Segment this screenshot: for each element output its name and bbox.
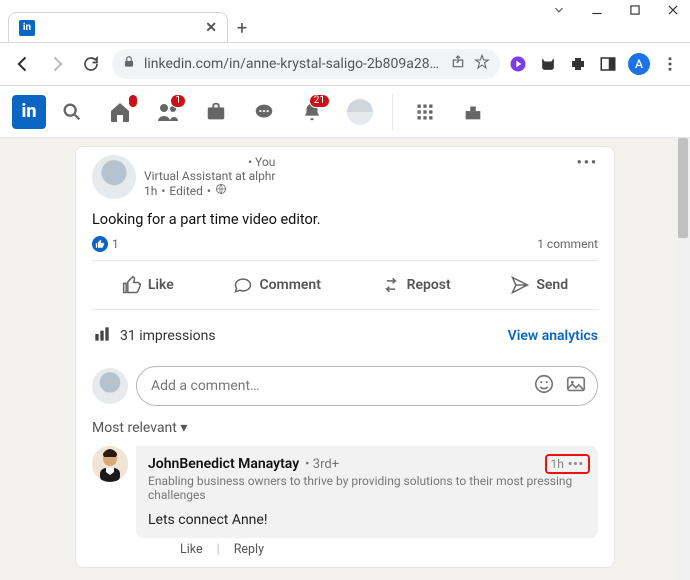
maximize-icon[interactable] (628, 3, 642, 21)
post-card: • You Virtual Assistant at alphr 1h • Ed… (75, 146, 615, 568)
reactions-summary[interactable]: 1 (92, 236, 119, 252)
messaging-icon[interactable] (242, 90, 286, 134)
post-stats-row: 1 1 comment (92, 236, 598, 261)
share-icon[interactable] (450, 54, 466, 74)
post-header: • You Virtual Assistant at alphr 1h • Ed… (92, 155, 598, 199)
extension-icons: A (508, 53, 680, 75)
close-icon[interactable] (666, 3, 680, 21)
commenter-name[interactable]: JohnBenedict Manaytay (148, 456, 299, 472)
notifications-icon[interactable]: 21 (290, 90, 334, 134)
comment-text: Lets connect Anne! (148, 512, 586, 528)
nav-divider (392, 94, 393, 130)
commenter-headline: Enabling business owners to thrive by pr… (148, 474, 586, 502)
tab-strip: in ✕ + (0, 12, 690, 42)
post-edited-label: Edited (169, 184, 202, 198)
scrollbar-thumb[interactable] (678, 138, 688, 238)
like-button[interactable]: Like (110, 265, 186, 305)
advertise-icon[interactable] (451, 90, 495, 134)
view-analytics-link[interactable]: View analytics (508, 328, 598, 344)
impressions-row: 31 impressions View analytics (92, 310, 598, 362)
post-comment-count[interactable]: 1 comment (537, 237, 598, 251)
new-tab-button[interactable]: + (228, 14, 256, 42)
image-icon[interactable] (565, 373, 587, 399)
play-extension-icon[interactable] (508, 54, 528, 74)
comment-button[interactable]: Comment (221, 265, 332, 305)
comment-like-button[interactable]: Like (180, 542, 203, 557)
post-you-label: • You (248, 155, 275, 169)
scrollbar-track[interactable] (676, 138, 690, 580)
comment-reply-button[interactable]: Reply (234, 542, 264, 557)
me-avatar[interactable] (338, 90, 382, 134)
post-overflow-button[interactable]: ••• (577, 155, 598, 171)
omnibox[interactable]: linkedin.com/in/anne-krystal-saligo-2b80… (112, 49, 500, 79)
comment-bubble: JohnBenedict Manaytay • 3rd+ Enabling bu… (136, 446, 598, 538)
bookmark-star-icon[interactable] (474, 54, 490, 74)
commenter-avatar[interactable] (92, 446, 128, 482)
chevron-down-icon[interactable] (552, 3, 566, 21)
comment-time-highlight: 1h ••• (545, 454, 591, 474)
comment-label: Comment (259, 277, 320, 293)
nav-badge-notifications: 21 (309, 94, 330, 108)
nav-badge-network: 1 (170, 94, 186, 108)
close-tab-icon[interactable]: ✕ (205, 20, 217, 36)
puzzle-icon[interactable] (568, 54, 588, 74)
post-time: 1h (144, 184, 157, 198)
forward-button[interactable] (44, 51, 70, 77)
back-button[interactable] (10, 51, 36, 77)
apps-grid-icon[interactable] (403, 90, 447, 134)
comment-input[interactable]: Add a comment… (136, 366, 598, 406)
browser-tab[interactable]: in ✕ (8, 12, 228, 42)
impressions-text[interactable]: 31 impressions (120, 328, 216, 344)
page-body: • You Virtual Assistant at alphr 1h • Ed… (0, 138, 690, 580)
address-bar: linkedin.com/in/anne-krystal-saligo-2b80… (0, 42, 690, 86)
repost-label: Repost (407, 277, 451, 293)
window-controls (0, 0, 690, 12)
reaction-like-icon (92, 236, 108, 252)
network-icon[interactable]: 1 (146, 90, 190, 134)
search-icon[interactable] (50, 90, 94, 134)
comment-item: JohnBenedict Manaytay • 3rd+ Enabling bu… (92, 446, 598, 567)
sort-label: Most relevant (92, 420, 177, 436)
linkedin-logo-icon[interactable]: in (12, 95, 46, 129)
comment-sort-dropdown[interactable]: Most relevant ▾ (92, 418, 598, 446)
post-like-count: 1 (112, 237, 119, 251)
post-body-text: Looking for a part time video editor. (92, 211, 598, 228)
post-author-subtitle: Virtual Assistant at alphr (144, 169, 275, 183)
nav-badge-home (128, 94, 138, 108)
comment-overflow-button[interactable]: ••• (568, 457, 584, 471)
post-actions-row: Like Comment Repost Send (92, 261, 598, 310)
minimize-icon[interactable] (590, 3, 604, 21)
add-comment-row: Add a comment… (92, 362, 598, 418)
globe-icon (215, 183, 227, 198)
linkedin-favicon-icon: in (19, 20, 35, 36)
lock-icon (122, 55, 136, 73)
comment-time: 1h (551, 457, 564, 471)
reload-button[interactable] (78, 51, 104, 77)
overflow-menu-icon[interactable] (660, 54, 680, 74)
like-label: Like (148, 277, 174, 293)
cat-extension-icon[interactable] (538, 54, 558, 74)
comment-actions: Like | Reply (136, 538, 598, 557)
comment-placeholder: Add a comment… (151, 378, 259, 394)
send-label: Send (536, 277, 568, 293)
jobs-icon[interactable] (194, 90, 238, 134)
emoji-icon[interactable] (533, 373, 555, 399)
send-button[interactable]: Send (498, 265, 580, 305)
analytics-icon (92, 324, 112, 348)
repost-button[interactable]: Repost (369, 265, 463, 305)
panel-icon[interactable] (598, 54, 618, 74)
my-comment-avatar[interactable] (92, 368, 128, 404)
post-author-avatar[interactable] (92, 155, 136, 199)
chevron-down-icon: ▾ (180, 420, 187, 436)
url-text: linkedin.com/in/anne-krystal-saligo-2b80… (144, 56, 442, 72)
commenter-degree: 3rd+ (313, 457, 339, 472)
linkedin-navbar: in 1 21 (0, 86, 690, 138)
home-icon[interactable] (98, 90, 142, 134)
browser-profile-avatar[interactable]: A (628, 53, 650, 75)
